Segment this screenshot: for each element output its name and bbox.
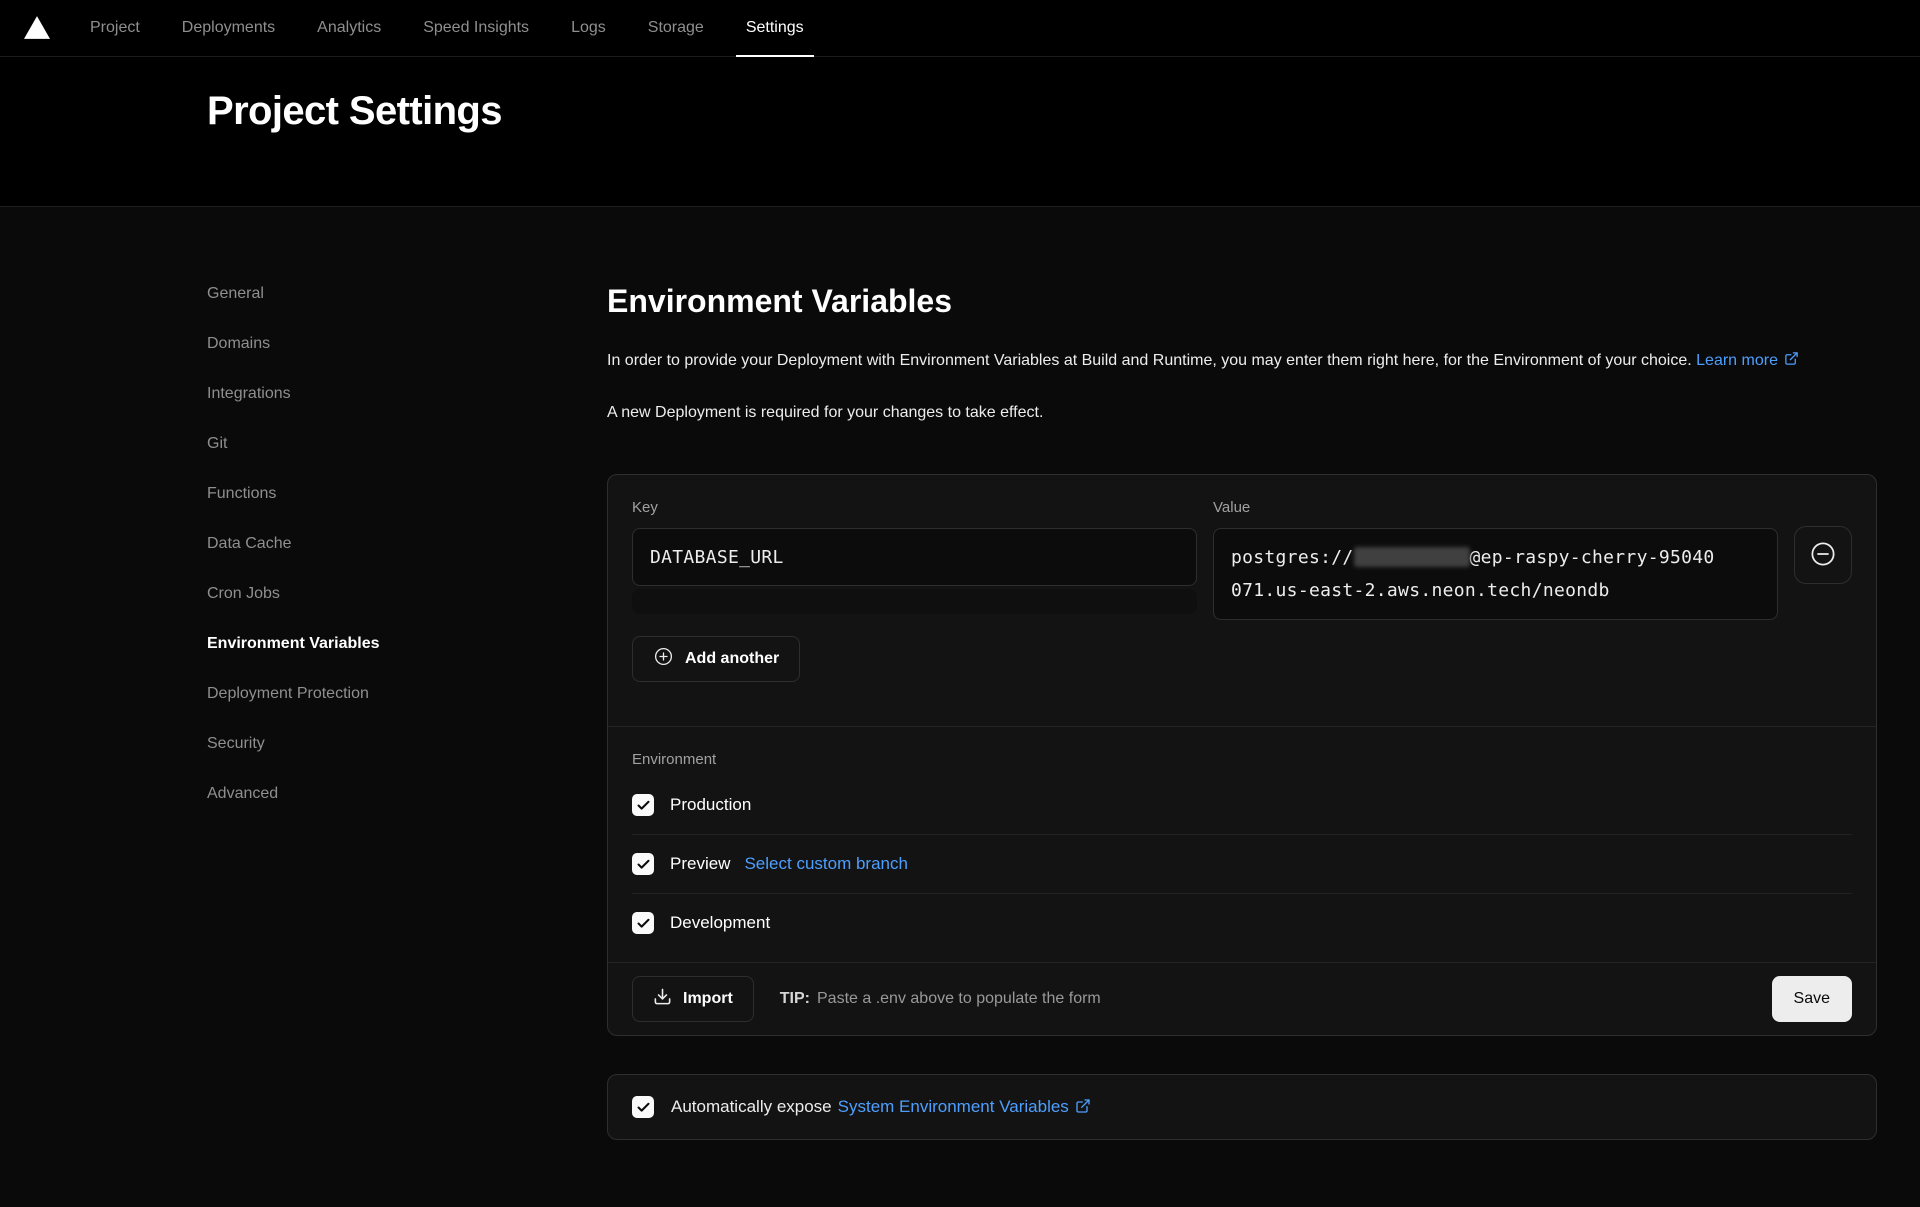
key-label: Key xyxy=(632,499,1197,516)
auto-expose-card: Automatically expose System Environment … xyxy=(607,1074,1877,1140)
sidebar-item-cron-jobs[interactable]: Cron Jobs xyxy=(207,583,607,605)
learn-more-link[interactable]: Learn more xyxy=(1696,352,1799,369)
settings-sidebar: General Domains Integrations Git Functio… xyxy=(207,283,607,1207)
description-text: In order to provide your Deployment with… xyxy=(607,352,1692,369)
circle-minus-icon xyxy=(1808,539,1838,572)
key-input-shadow xyxy=(632,589,1197,614)
preview-checkbox[interactable] xyxy=(632,853,654,875)
import-button[interactable]: Import xyxy=(632,976,754,1022)
sidebar-item-general[interactable]: General xyxy=(207,283,607,305)
nav-item-analytics[interactable]: Analytics xyxy=(307,0,391,57)
sidebar-item-security[interactable]: Security xyxy=(207,733,607,755)
key-input[interactable] xyxy=(632,528,1197,586)
circle-plus-icon xyxy=(653,646,674,672)
sidebar-item-environment-variables[interactable]: Environment Variables xyxy=(207,633,607,655)
vercel-logo-icon[interactable] xyxy=(24,15,52,41)
value-label: Value xyxy=(1213,499,1778,516)
sidebar-item-integrations[interactable]: Integrations xyxy=(207,383,607,405)
sidebar-item-advanced[interactable]: Advanced xyxy=(207,783,607,805)
environment-section: Environment Production Preview Select cu… xyxy=(608,727,1876,962)
remove-row-button[interactable] xyxy=(1794,526,1852,584)
page-header: Project Settings xyxy=(0,57,1920,207)
env-name-preview: Preview xyxy=(670,854,730,874)
key-column: Key xyxy=(632,499,1197,614)
nav-item-storage[interactable]: Storage xyxy=(638,0,714,57)
auto-expose-text: Automatically expose xyxy=(671,1097,832,1117)
key-value-section: Key Value postgres://@ep-raspy-cherry-95… xyxy=(608,475,1876,706)
top-nav: Project Deployments Analytics Speed Insi… xyxy=(0,0,1920,57)
deployment-note: A new Deployment is required for your ch… xyxy=(607,400,1877,426)
value-redacted-secret xyxy=(1354,547,1470,567)
download-icon xyxy=(653,987,672,1011)
main-panel: Environment Variables In order to provid… xyxy=(607,283,1877,1207)
value-column: Value postgres://@ep-raspy-cherry-95040 … xyxy=(1213,499,1778,620)
environment-label: Environment xyxy=(632,747,1852,776)
env-var-form-card: Key Value postgres://@ep-raspy-cherry-95… xyxy=(607,474,1877,1036)
section-description: In order to provide your Deployment with… xyxy=(607,348,1877,374)
env-name-development: Development xyxy=(670,913,770,933)
env-row-production: Production xyxy=(632,776,1852,835)
card-footer: Import TIP:Paste a .env above to populat… xyxy=(608,962,1876,1035)
nav-item-deployments[interactable]: Deployments xyxy=(172,0,285,57)
section-title: Environment Variables xyxy=(607,283,1877,320)
nav-item-project[interactable]: Project xyxy=(80,0,150,57)
nav-item-logs[interactable]: Logs xyxy=(561,0,616,57)
remove-row-column xyxy=(1794,499,1852,584)
value-line-2: 071.us-east-2.aws.neon.tech/neondb xyxy=(1231,574,1760,607)
env-row-preview: Preview Select custom branch xyxy=(632,835,1852,894)
value-input[interactable]: postgres://@ep-raspy-cherry-95040 071.us… xyxy=(1213,528,1778,620)
system-env-vars-link[interactable]: System Environment Variables xyxy=(838,1097,1091,1117)
select-custom-branch-link[interactable]: Select custom branch xyxy=(744,854,907,874)
external-link-icon xyxy=(1075,1098,1091,1114)
add-another-button[interactable]: Add another xyxy=(632,636,800,682)
env-row-development: Development xyxy=(632,894,1852,952)
development-checkbox[interactable] xyxy=(632,912,654,934)
auto-expose-checkbox[interactable] xyxy=(632,1096,654,1118)
content-area: General Domains Integrations Git Functio… xyxy=(0,207,1920,1207)
sidebar-item-domains[interactable]: Domains xyxy=(207,333,607,355)
production-checkbox[interactable] xyxy=(632,794,654,816)
nav-item-settings[interactable]: Settings xyxy=(736,0,814,57)
sidebar-item-deployment-protection[interactable]: Deployment Protection xyxy=(207,683,607,705)
nav-item-speed-insights[interactable]: Speed Insights xyxy=(413,0,539,57)
save-button[interactable]: Save xyxy=(1772,976,1852,1022)
sidebar-item-git[interactable]: Git xyxy=(207,433,607,455)
sidebar-item-functions[interactable]: Functions xyxy=(207,483,607,505)
sidebar-item-data-cache[interactable]: Data Cache xyxy=(207,533,607,555)
env-name-production: Production xyxy=(670,795,751,815)
tip-text: TIP:Paste a .env above to populate the f… xyxy=(780,990,1772,1008)
page-title: Project Settings xyxy=(207,89,1920,134)
value-line-1: postgres://@ep-raspy-cherry-95040 xyxy=(1231,541,1760,574)
external-link-icon xyxy=(1784,349,1799,364)
